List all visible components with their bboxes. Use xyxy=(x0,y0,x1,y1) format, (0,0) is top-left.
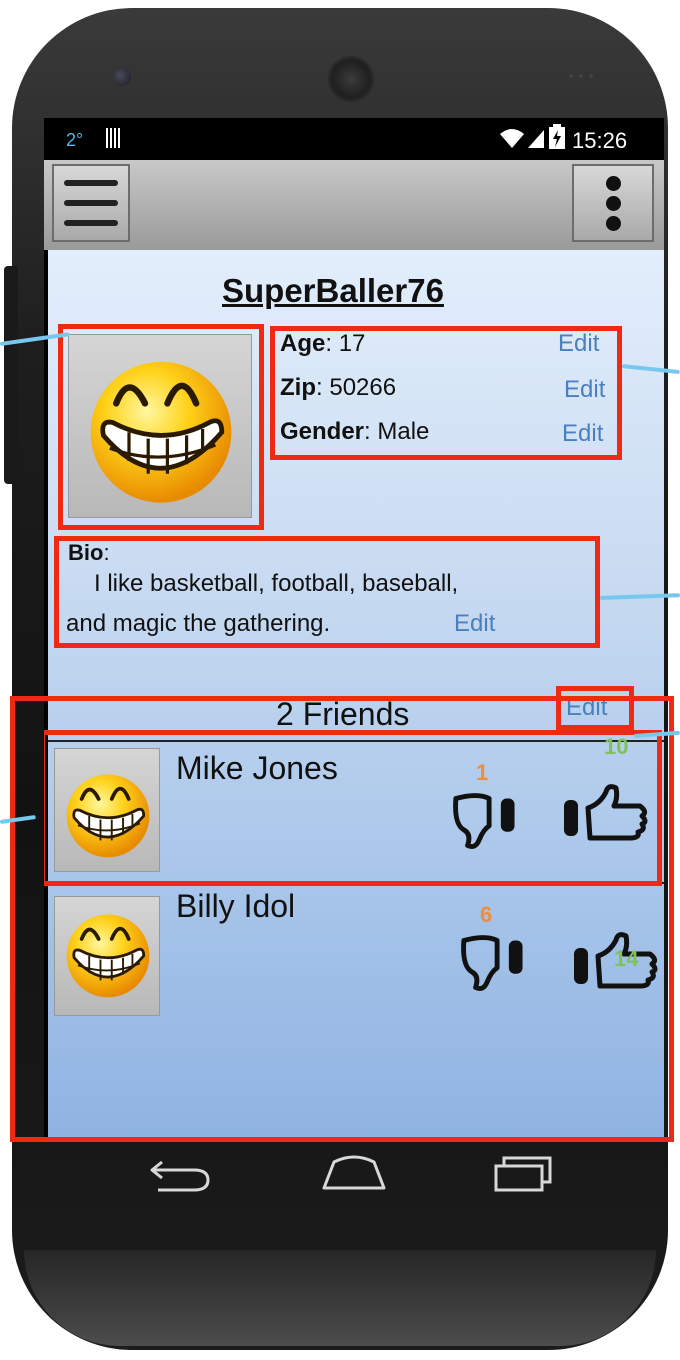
volume-button xyxy=(4,266,18,484)
speaker-grille xyxy=(328,56,374,102)
recents-icon[interactable] xyxy=(492,1154,554,1194)
wifi-icon xyxy=(500,129,524,148)
sim-icon xyxy=(106,128,120,148)
notification-indicator: 2° xyxy=(66,130,84,150)
annotation-box-avatar xyxy=(58,324,264,530)
menu-icon[interactable] xyxy=(52,164,130,242)
back-icon[interactable] xyxy=(148,1156,212,1196)
camera-icon xyxy=(113,68,131,86)
phone-chin xyxy=(24,1250,656,1346)
page-title: SuperBaller76 xyxy=(222,272,444,309)
battery-icon xyxy=(549,124,565,149)
sensor-dots xyxy=(566,72,596,80)
overflow-menu-icon[interactable] xyxy=(572,164,654,242)
annotation-box-friends-section xyxy=(10,696,674,1142)
annotation-box-bio xyxy=(54,536,600,648)
signal-icon xyxy=(528,130,544,148)
annotation-box-info xyxy=(270,326,622,460)
status-bar: 2° 15:26 xyxy=(44,118,664,160)
nav-bar xyxy=(0,1140,680,1212)
action-bar xyxy=(44,160,664,250)
status-time: 15:26 xyxy=(572,128,628,153)
home-icon[interactable] xyxy=(320,1150,388,1194)
